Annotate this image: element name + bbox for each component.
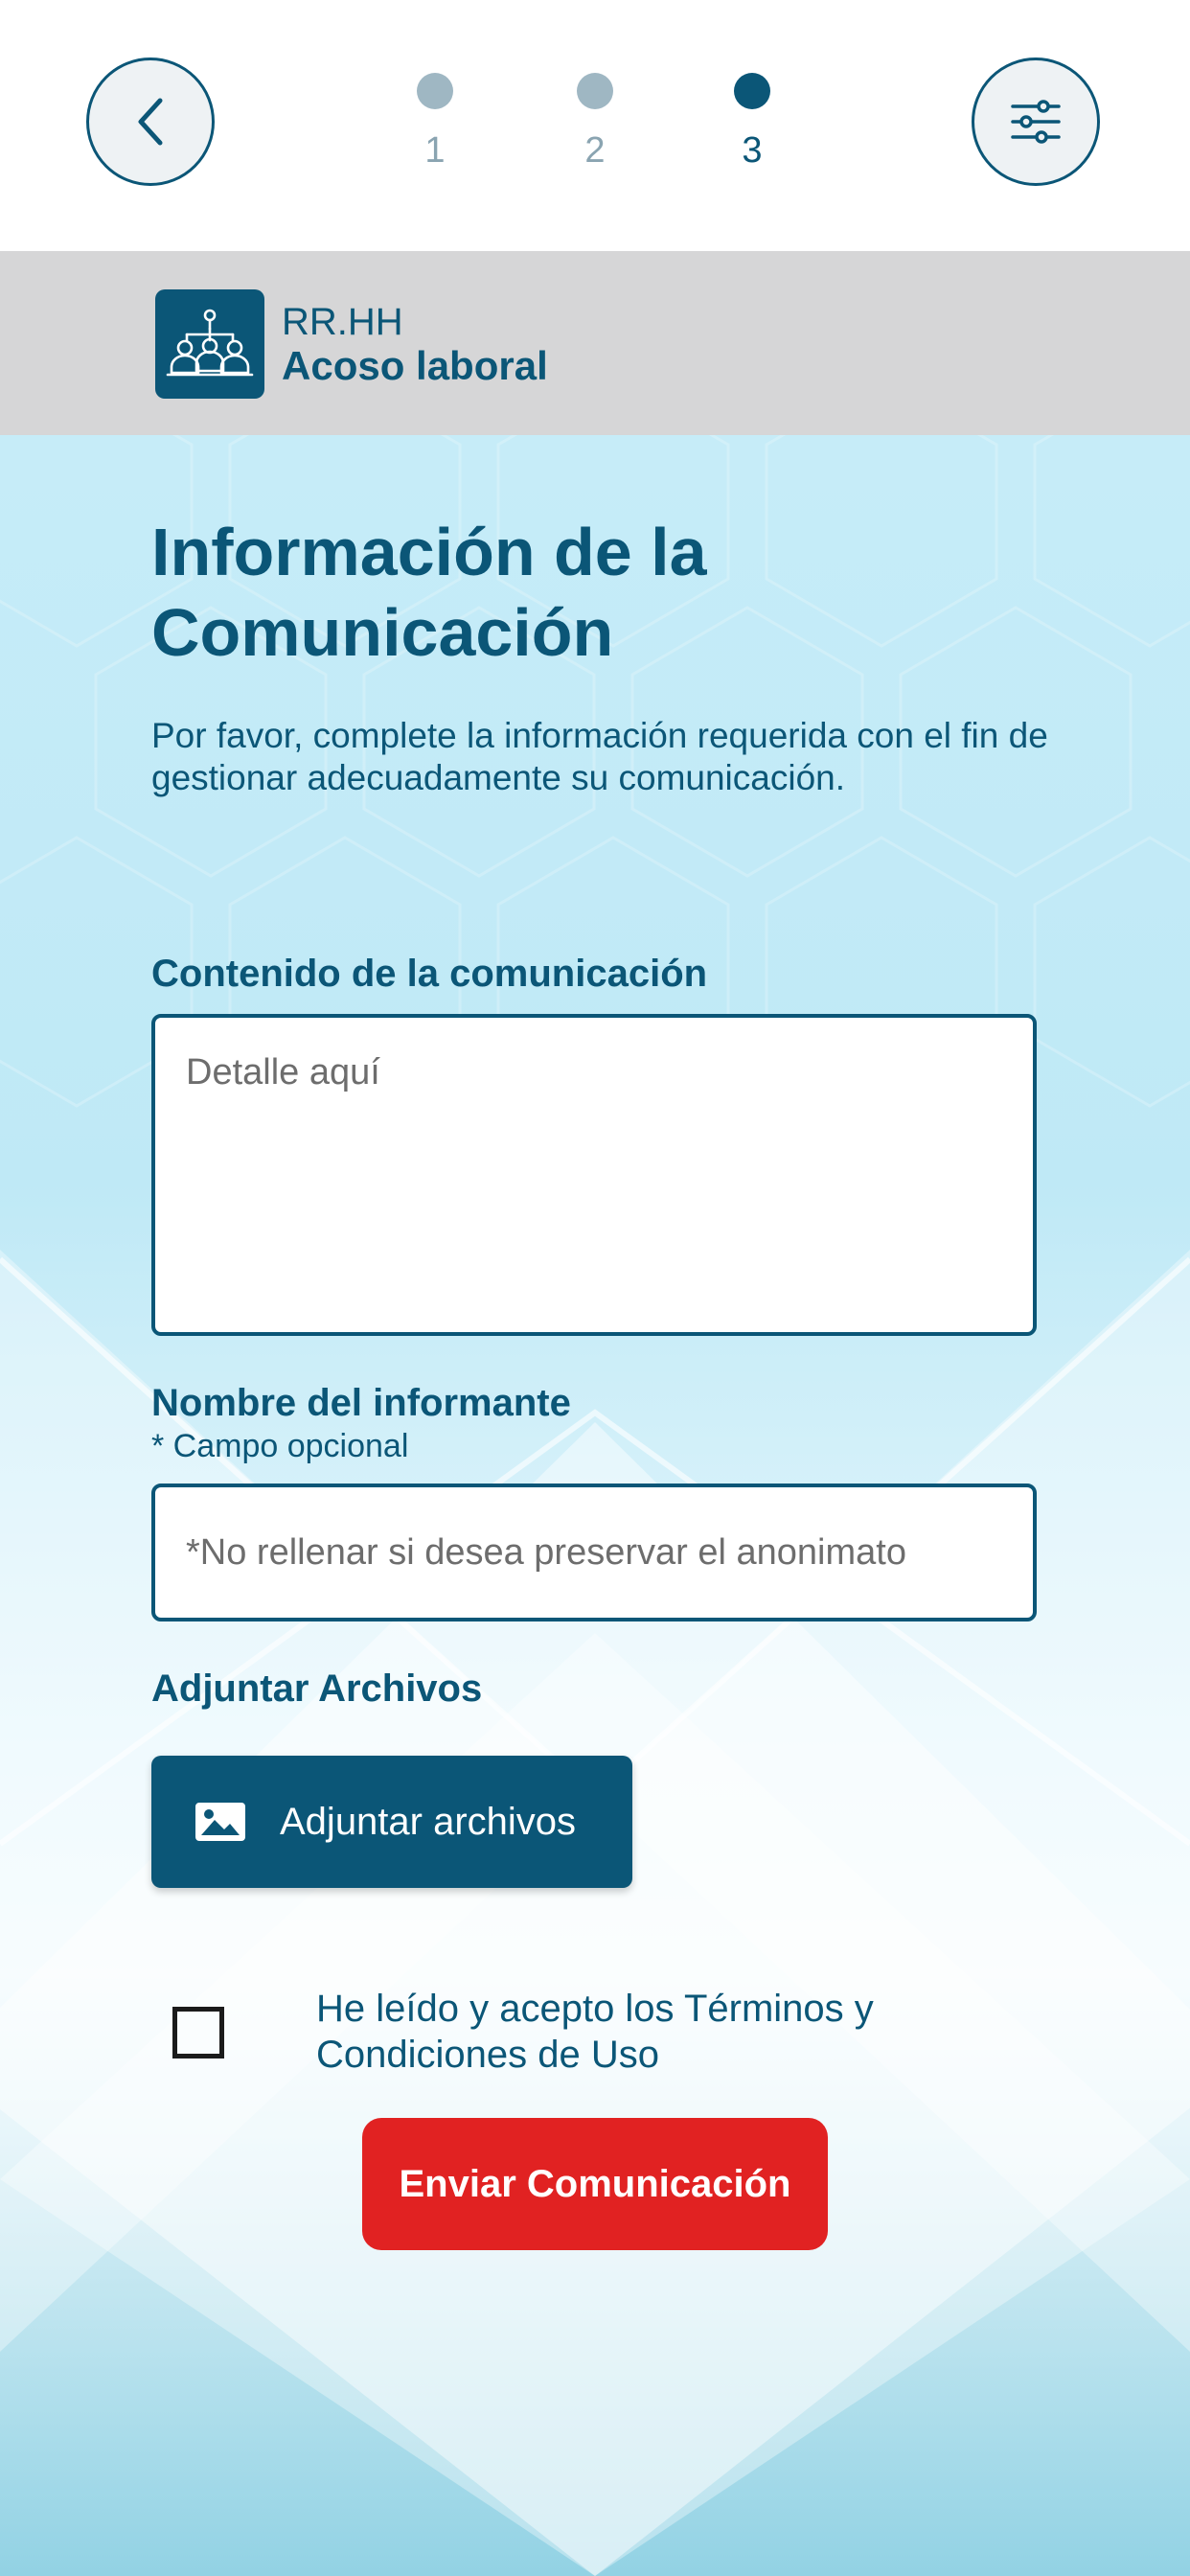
- category-bar: RR.HH Acoso laboral: [0, 251, 1190, 435]
- name-label: Nombre del informante: [151, 1382, 571, 1424]
- filters-button[interactable]: [972, 58, 1100, 186]
- step-1: 1: [397, 73, 473, 172]
- step-number: 1: [424, 130, 446, 171]
- step-dot: [734, 73, 770, 109]
- step-dot: [417, 73, 453, 109]
- content-label: Contenido de la comunicación: [151, 953, 708, 995]
- sliders-icon: [1011, 100, 1061, 144]
- name-optional-note: * Campo opcional: [151, 1428, 409, 1464]
- category-icon-box: [155, 289, 264, 399]
- attach-button-label: Adjuntar archivos: [280, 1800, 577, 1843]
- step-dot: [577, 73, 613, 109]
- team-icon: [166, 309, 254, 377]
- image-icon: [194, 1801, 247, 1843]
- content-textarea[interactable]: Detalle aquí: [151, 1014, 1037, 1336]
- name-placeholder: *No rellenar si desea preservar el anoni…: [186, 1531, 906, 1573]
- step-number: 3: [742, 130, 763, 171]
- form-area: Información de la Comunicación Por favor…: [0, 435, 1190, 2576]
- terms-checkbox[interactable]: [172, 2007, 224, 2058]
- intro-text: Por favor, complete la información reque…: [151, 716, 1048, 797]
- attach-files-button[interactable]: Adjuntar archivos: [151, 1756, 632, 1888]
- step-2: 2: [557, 73, 633, 172]
- attach-label: Adjuntar Archivos: [151, 1668, 483, 1710]
- terms-text[interactable]: He leído y acepto los Términos y Condici…: [316, 1986, 1044, 2078]
- category-subtitle: Acoso laboral: [282, 343, 548, 388]
- step-3: 3: [714, 73, 790, 172]
- submit-button-label: Enviar Comunicación: [399, 2162, 791, 2205]
- category-title: RR.HH: [282, 301, 403, 343]
- content-placeholder: Detalle aquí: [186, 1052, 380, 1092]
- submit-button[interactable]: Enviar Comunicación: [362, 2118, 828, 2250]
- page-title: Información de la Comunicación: [151, 515, 707, 670]
- step-number: 2: [584, 130, 606, 171]
- page: 1 2 3 RR.HH Acoso laboral Información de…: [0, 0, 1190, 2576]
- name-input[interactable]: *No rellenar si desea preservar el anoni…: [151, 1484, 1037, 1622]
- top-bar: 1 2 3: [0, 0, 1190, 247]
